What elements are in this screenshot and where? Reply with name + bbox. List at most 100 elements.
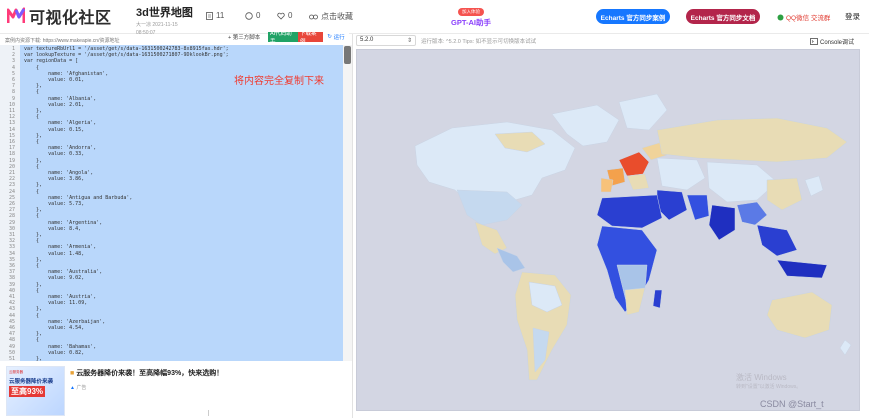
code-text: value: 5.73, <box>24 201 85 207</box>
title-block: 3d世界地图 大一凉 2021-11-15 08:50:07 <box>136 4 193 36</box>
code-text: value: 0.82, <box>24 349 85 356</box>
console-debug-button[interactable]: Console调试 <box>810 37 854 46</box>
code-text: name: 'Argentina', <box>24 219 103 226</box>
ai-assistant-badge[interactable]: 加入体验 GPT-AI助手 <box>449 5 493 28</box>
bottom-divider <box>208 410 209 416</box>
code-text: { <box>24 312 40 319</box>
russia <box>656 117 848 163</box>
code-text: value: 11.09, <box>24 300 88 307</box>
ad-title[interactable]: ■ 云服务器降价来袭！至高降幅93%，快来选购！ <box>70 368 223 378</box>
line-number: 21 <box>8 170 15 176</box>
line-number: 50 <box>8 349 15 356</box>
code-text: }, <box>24 331 43 338</box>
logo-text: 可视化社区 <box>29 10 112 27</box>
line-number: 35 <box>8 256 15 263</box>
third-party-script-button[interactable]: + 第三方脚本 <box>228 33 260 41</box>
line-number: 41 <box>8 294 15 300</box>
qq-group-link[interactable]: QQ微信 交流群 <box>777 12 830 22</box>
line-number: 19 <box>8 157 15 164</box>
code-text: name: 'Albania', <box>24 95 97 102</box>
line-number: 6 <box>11 77 15 83</box>
line-number: 22 <box>8 176 15 183</box>
run-button[interactable]: ↻ 运行 <box>323 32 349 42</box>
code-text: value: 0.15, <box>24 126 85 133</box>
line-number: 13 <box>8 120 15 127</box>
ad-label: ▲ 广告 <box>70 384 86 391</box>
code-text: name: 'Bahamas', <box>24 343 97 350</box>
ad-tag-text: 广告 <box>76 385 87 391</box>
code-text: { <box>24 114 40 121</box>
line-number: 2 <box>11 52 15 59</box>
line-number: 36 <box>8 263 15 269</box>
logo-mark-icon <box>7 7 25 23</box>
map-preview[interactable] <box>356 49 860 411</box>
echarts-docs-button[interactable]: Echarts 官方同步文档 <box>686 9 760 24</box>
watermark-sub: 转到"设置"以激活 Windows。 <box>736 384 802 390</box>
link-icon <box>309 14 318 19</box>
line-number: 16 <box>8 139 15 145</box>
line-number: 17 <box>8 145 15 152</box>
panel-separator[interactable] <box>352 34 353 418</box>
top-header: 可视化社区 3d世界地图 大一凉 2021-11-15 08:50:07 11 … <box>0 0 869 36</box>
code-text: name: 'Armenia', <box>24 244 97 251</box>
site-logo[interactable]: 可视化社区 <box>7 6 112 27</box>
code-text: var lookupTexture = '/asset/get/s/data-1… <box>24 52 229 59</box>
code-text: value: 9.02, <box>24 275 85 282</box>
heart-icon <box>277 12 285 20</box>
editor-scrollbar[interactable] <box>343 45 352 361</box>
line-number: 37 <box>8 269 15 276</box>
ad-image[interactable]: 云服务器 云服务器降价来袭 至高93% <box>6 366 65 416</box>
line-number: 7 <box>11 83 15 90</box>
ad-title-text: 云服务器降价来袭！至高降幅93%，快来选购！ <box>76 370 224 377</box>
code-line[interactable]: 51 }, <box>0 356 343 361</box>
comments-stat[interactable]: 0 <box>245 11 260 20</box>
code-text: value: 4.54, <box>24 325 85 331</box>
code-text: { <box>24 163 40 170</box>
line-number: 20 <box>8 163 15 170</box>
line-number: 44 <box>8 312 15 319</box>
code-text: value: 0.01, <box>24 77 85 83</box>
line-number: 14 <box>8 126 15 133</box>
ad-image-title: 云服务器降价来袭 <box>9 379 54 385</box>
likes-count: 0 <box>288 11 293 20</box>
ai-label: GPT-AI助手 <box>450 18 491 27</box>
code-editor[interactable]: 1 var textureRbUrl1 = '/asset/get/s/data-… <box>0 45 343 361</box>
document-icon <box>206 11 213 20</box>
likes-stat[interactable]: 0 <box>277 11 292 20</box>
csdn-credit: CSDN @Start_t <box>760 399 824 409</box>
line-number: 46 <box>8 325 15 331</box>
comment-icon <box>245 11 253 20</box>
code-text: { <box>24 188 40 195</box>
line-number: 23 <box>8 182 15 189</box>
login-link[interactable]: 登录 <box>845 11 860 22</box>
code-text: { <box>24 139 40 145</box>
line-number: 49 <box>8 343 15 350</box>
code-text: value: 2.01, <box>24 101 85 108</box>
editor-scroll-thumb[interactable] <box>344 46 351 64</box>
download-button[interactable]: 下载案例 <box>298 31 323 45</box>
code-text: }, <box>24 182 43 189</box>
line-number: 34 <box>8 250 15 257</box>
line-number: 45 <box>8 318 15 325</box>
code-text: name: 'Afghanistan', <box>24 70 109 77</box>
line-number: 26 <box>8 201 15 207</box>
world-map[interactable] <box>357 50 860 411</box>
console-icon <box>810 38 818 45</box>
version-select[interactable]: 5.2.0 ⇕ <box>356 35 416 46</box>
echarts-examples-button[interactable]: Echarts 官方同步案例 <box>596 9 670 24</box>
code-text: value: 8.4, <box>24 225 82 232</box>
line-number: 24 <box>8 188 15 195</box>
qq-icon <box>777 14 784 20</box>
comments-count: 0 <box>256 11 261 20</box>
line-number: 11 <box>8 108 15 114</box>
line-number: 8 <box>11 89 15 96</box>
code-text: }, <box>24 356 43 361</box>
code-text: var textureRbUrl1 = '/asset/get/s/data-1… <box>24 46 229 52</box>
collect-button[interactable]: 点击收藏 <box>309 11 353 22</box>
pages-stat[interactable]: 11 <box>206 11 224 20</box>
code-text: name: 'Australia', <box>24 269 103 276</box>
north-america <box>414 104 620 273</box>
line-number: 3 <box>11 58 15 65</box>
ai-code-button[interactable]: AI代码助手 <box>268 31 298 45</box>
updown-icon: ⇕ <box>406 38 412 44</box>
